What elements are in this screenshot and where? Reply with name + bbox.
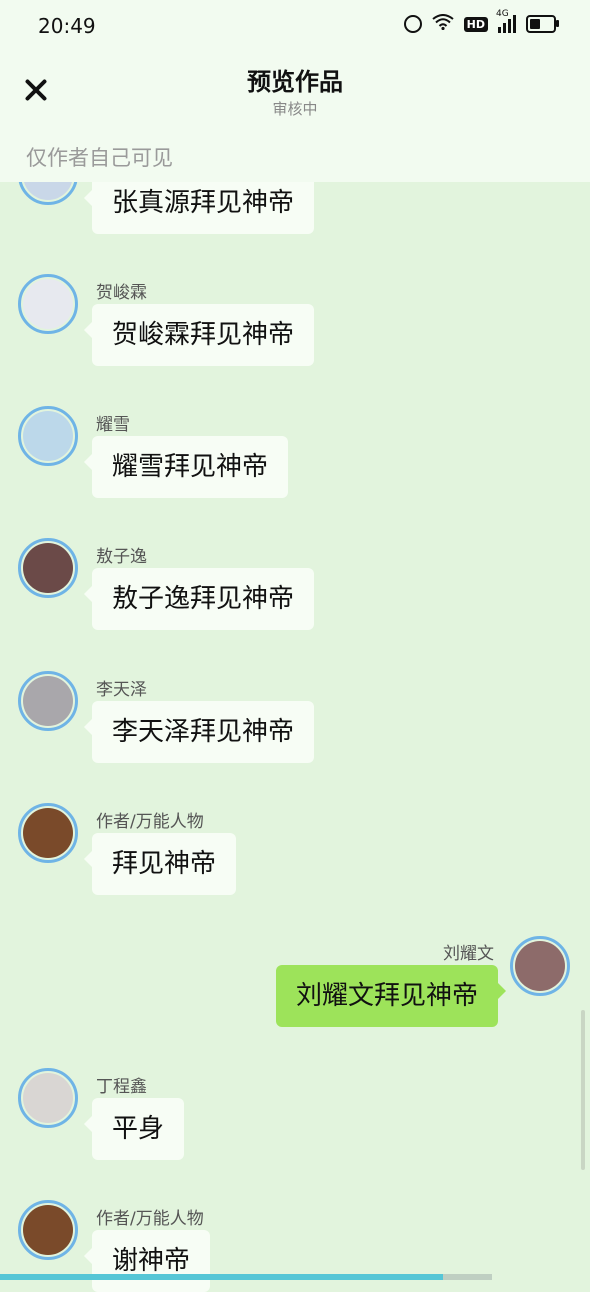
sender-name: 作者/万能人物 [96, 812, 204, 832]
message-bubble[interactable]: 谢神帝 [83, 1230, 211, 1292]
status-time: 20:49 [38, 14, 96, 38]
message-bubble[interactable]: 李天泽拜见神帝 [83, 701, 315, 763]
avatar[interactable] [18, 1068, 78, 1128]
avatar[interactable] [18, 671, 78, 731]
signal-icon: 4G [496, 9, 516, 33]
progress-bar [0, 1274, 492, 1280]
message-bubble[interactable]: 拜见神帝 [83, 833, 237, 895]
chat-message-list[interactable]: 张真源拜见神帝 贺峻霖 贺峻霖拜见神帝 耀雪 耀雪拜见神帝 敖子逸 敖子逸拜见神… [0, 0, 590, 1292]
avatar[interactable] [510, 936, 570, 996]
sender-name: 丁程鑫 [96, 1077, 147, 1097]
app-header: 预览作品 审核中 仅作者自己可见 [0, 52, 590, 182]
scrollbar[interactable] [581, 1010, 585, 1170]
page-title: 预览作品 [247, 68, 343, 96]
review-status: 审核中 [272, 100, 318, 118]
status-bar: 20:49 HD 4G [0, 0, 590, 52]
sender-name: 作者/万能人物 [96, 1209, 204, 1229]
avatar[interactable] [18, 406, 78, 466]
battery-icon [526, 15, 559, 33]
message-bubble[interactable]: 耀雪拜见神帝 [83, 436, 289, 498]
sender-name: 李天泽 [96, 680, 147, 700]
avatar[interactable] [18, 538, 78, 598]
sender-name: 刘耀文 [443, 944, 494, 964]
message-bubble[interactable]: 敖子逸拜见神帝 [83, 568, 315, 630]
sender-name: 耀雪 [96, 415, 130, 435]
sender-name: 敖子逸 [96, 547, 147, 567]
visibility-note: 仅作者自己可见 [26, 146, 173, 170]
avatar[interactable] [18, 1200, 78, 1260]
message-bubble[interactable]: 刘耀文拜见神帝 [275, 965, 507, 1027]
avatar[interactable] [18, 803, 78, 863]
alarm-icon [403, 15, 422, 33]
status-icons: HD 4G [403, 9, 559, 34]
hd-icon: HD [463, 16, 488, 32]
progress-fill [0, 1274, 443, 1280]
avatar[interactable] [18, 274, 78, 334]
message-bubble[interactable]: 贺峻霖拜见神帝 [83, 304, 315, 366]
wifi-icon [432, 14, 454, 34]
sender-name: 贺峻霖 [96, 283, 147, 303]
message-bubble[interactable]: 平身 [83, 1098, 185, 1160]
